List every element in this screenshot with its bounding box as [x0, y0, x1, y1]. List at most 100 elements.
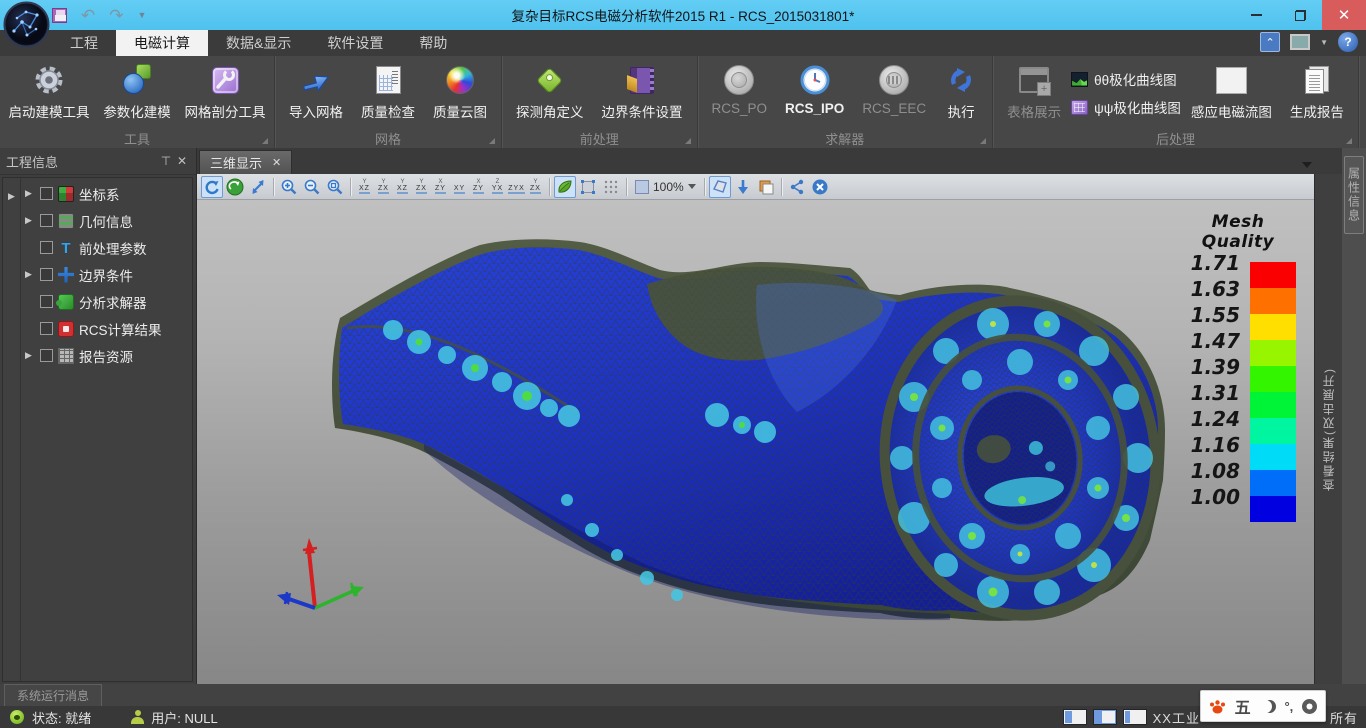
pin-icon[interactable]: ⊤	[158, 154, 174, 168]
tree-item[interactable]: ▶ RCS计算结果	[21, 315, 192, 342]
tab-3d-display[interactable]: 三维显示✕	[199, 150, 292, 174]
rcs-po-button[interactable]: RCS_PO	[704, 60, 776, 126]
import-mesh-button[interactable]: 导入网格	[281, 60, 351, 126]
execute-button[interactable]: 执行	[936, 60, 986, 126]
ime-moon-icon[interactable]	[1259, 700, 1272, 713]
shaded-mode-button[interactable]	[554, 176, 576, 198]
expander-icon[interactable]: ▶	[25, 188, 35, 199]
tree-item[interactable]: ▶ 报告资源	[21, 342, 192, 369]
quality-cloud-button[interactable]: 质量云图	[425, 60, 495, 126]
polygon-select-button[interactable]	[709, 176, 731, 198]
tab-em-computation[interactable]: 电磁计算	[116, 30, 208, 56]
tree-item[interactable]: ▶ 前处理参数	[21, 234, 192, 261]
orbit-view-button[interactable]	[224, 176, 246, 198]
tab-software-settings[interactable]: 软件设置	[309, 30, 401, 56]
tree-checkbox[interactable]	[40, 241, 53, 254]
expander-icon[interactable]: ▶	[25, 215, 35, 226]
system-messages-tab[interactable]: 系统运行消息	[4, 684, 102, 706]
zoom-dropdown-icon[interactable]	[688, 184, 696, 189]
tab-project[interactable]: 工程	[52, 30, 116, 56]
view-orientation-button[interactable]: YXZ	[393, 177, 412, 197]
tree-item[interactable]: ▶ 分析求解器	[21, 288, 192, 315]
zoom-out-icon[interactable]	[301, 176, 323, 198]
zoom-in-icon[interactable]	[278, 176, 300, 198]
tree-item[interactable]: ▶ 几何信息	[21, 207, 192, 234]
view-orientation-button[interactable]: XZY	[469, 177, 488, 197]
view-orientation-button[interactable]: XZY	[431, 177, 450, 197]
tree-checkbox[interactable]	[40, 268, 53, 281]
probe-angle-define-button[interactable]: 探测角定义	[508, 60, 592, 126]
properties-dock-tab[interactable]: 属性信息	[1344, 156, 1364, 234]
mesh-partition-tool-button[interactable]: 网格剖分工具	[182, 60, 268, 126]
ime-paw-icon[interactable]	[1209, 699, 1226, 714]
rcs-eec-button[interactable]: RCS_EEC	[854, 60, 934, 126]
expander-icon[interactable]: ▶	[25, 350, 35, 361]
tree-item-label: 前处理参数	[79, 238, 147, 258]
expander-icon[interactable]: ▶	[25, 269, 35, 280]
close-button[interactable]: ✕	[1322, 0, 1366, 30]
view-orientation-button[interactable]: YZX	[412, 177, 431, 197]
share-flow-button[interactable]	[786, 176, 808, 198]
view-orientation-button[interactable]: ZYX	[488, 177, 507, 197]
tree-root-gutter[interactable]: ▶	[3, 178, 21, 681]
tree-checkbox[interactable]	[40, 322, 53, 335]
launch-modeling-tool-button[interactable]: 启动建模工具	[6, 60, 92, 126]
tab-close-icon[interactable]: ✕	[272, 156, 281, 169]
tab-help[interactable]: 帮助	[401, 30, 465, 56]
tab-overflow-icon[interactable]	[1302, 162, 1312, 168]
table-icon	[1017, 63, 1051, 97]
generate-report-button[interactable]: 生成报告	[1282, 60, 1352, 126]
ime-mode-label[interactable]: 五	[1235, 694, 1251, 718]
tab-data-display[interactable]: 数据&显示	[208, 30, 309, 56]
view-orientation-button[interactable]: YZX	[526, 177, 545, 197]
induced-current-map-button[interactable]: 感应电磁流图	[1183, 60, 1280, 126]
restore-button[interactable]	[1278, 0, 1322, 30]
points-mode-button[interactable]	[600, 176, 622, 198]
layout-split-panel-icon[interactable]	[1093, 709, 1117, 725]
zoom-fit-icon[interactable]	[324, 176, 346, 198]
tree-checkbox[interactable]	[40, 214, 53, 227]
minimize-button[interactable]	[1234, 0, 1278, 30]
tree-checkbox[interactable]	[40, 187, 53, 200]
ime-gear-icon[interactable]	[1302, 699, 1317, 714]
view-orientation-button[interactable]: ZYX	[507, 177, 526, 197]
legend-color-band	[1250, 366, 1296, 392]
display-dropdown-icon[interactable]: ▼	[1320, 38, 1328, 47]
parametric-modeling-button[interactable]: 参数化建模	[94, 60, 180, 126]
ime-punctuation-label[interactable]: °,	[1284, 699, 1293, 714]
rotate-view-button[interactable]	[201, 176, 223, 198]
wireframe-mode-button[interactable]	[577, 176, 599, 198]
theta-polarization-curve-button[interactable]: θθ极化曲线图	[1071, 69, 1181, 89]
view-orientation-button[interactable]: YXZ	[355, 177, 374, 197]
layout-left-panel-icon[interactable]	[1063, 709, 1087, 725]
boundary-condition-settings-button[interactable]: 边界条件设置	[594, 60, 691, 126]
collapse-ribbon-icon[interactable]: ⌃	[1260, 32, 1280, 52]
quality-check-button[interactable]: 质量检查	[353, 60, 423, 126]
table-display-button[interactable]: 表格展示	[999, 60, 1069, 126]
copy-view-button[interactable]	[755, 176, 777, 198]
app-logo[interactable]	[3, 1, 50, 48]
layout-narrow-panel-icon[interactable]	[1123, 709, 1147, 725]
panel-close-icon[interactable]: ✕	[174, 154, 190, 168]
rcs-ipo-button[interactable]: RCS_IPO	[777, 60, 852, 126]
collapsed-results-panel[interactable]: 查看结果(双击展开)	[1314, 174, 1342, 684]
view-orientation-button[interactable]: XY	[450, 177, 469, 197]
tree-checkbox[interactable]	[40, 349, 53, 362]
user-icon	[131, 710, 144, 724]
legend-value: 1.71	[1176, 251, 1240, 277]
tree-item[interactable]: ▶ 坐标系	[21, 180, 192, 207]
rainbow-sphere-icon	[443, 63, 477, 97]
arrow-down-button[interactable]	[732, 176, 754, 198]
viewport-3d[interactable]: Mesh Quality 1.71	[197, 200, 1314, 684]
display-icon[interactable]	[1290, 34, 1310, 50]
group-label-preprocess: 前处理	[580, 129, 619, 148]
tree-checkbox[interactable]	[40, 295, 53, 308]
view-orientation-button[interactable]: YZX	[374, 177, 393, 197]
zoom-level-control[interactable]: 100%	[631, 180, 700, 194]
tree-item[interactable]: ▶ 边界条件	[21, 261, 192, 288]
pan-view-button[interactable]	[247, 176, 269, 198]
psi-polarization-curve-button[interactable]: ψψ极化曲线图	[1071, 97, 1181, 117]
help-icon[interactable]: ?	[1338, 32, 1358, 52]
ime-toolbar[interactable]: 五 °,	[1200, 690, 1326, 722]
close-view-button[interactable]	[809, 176, 831, 198]
